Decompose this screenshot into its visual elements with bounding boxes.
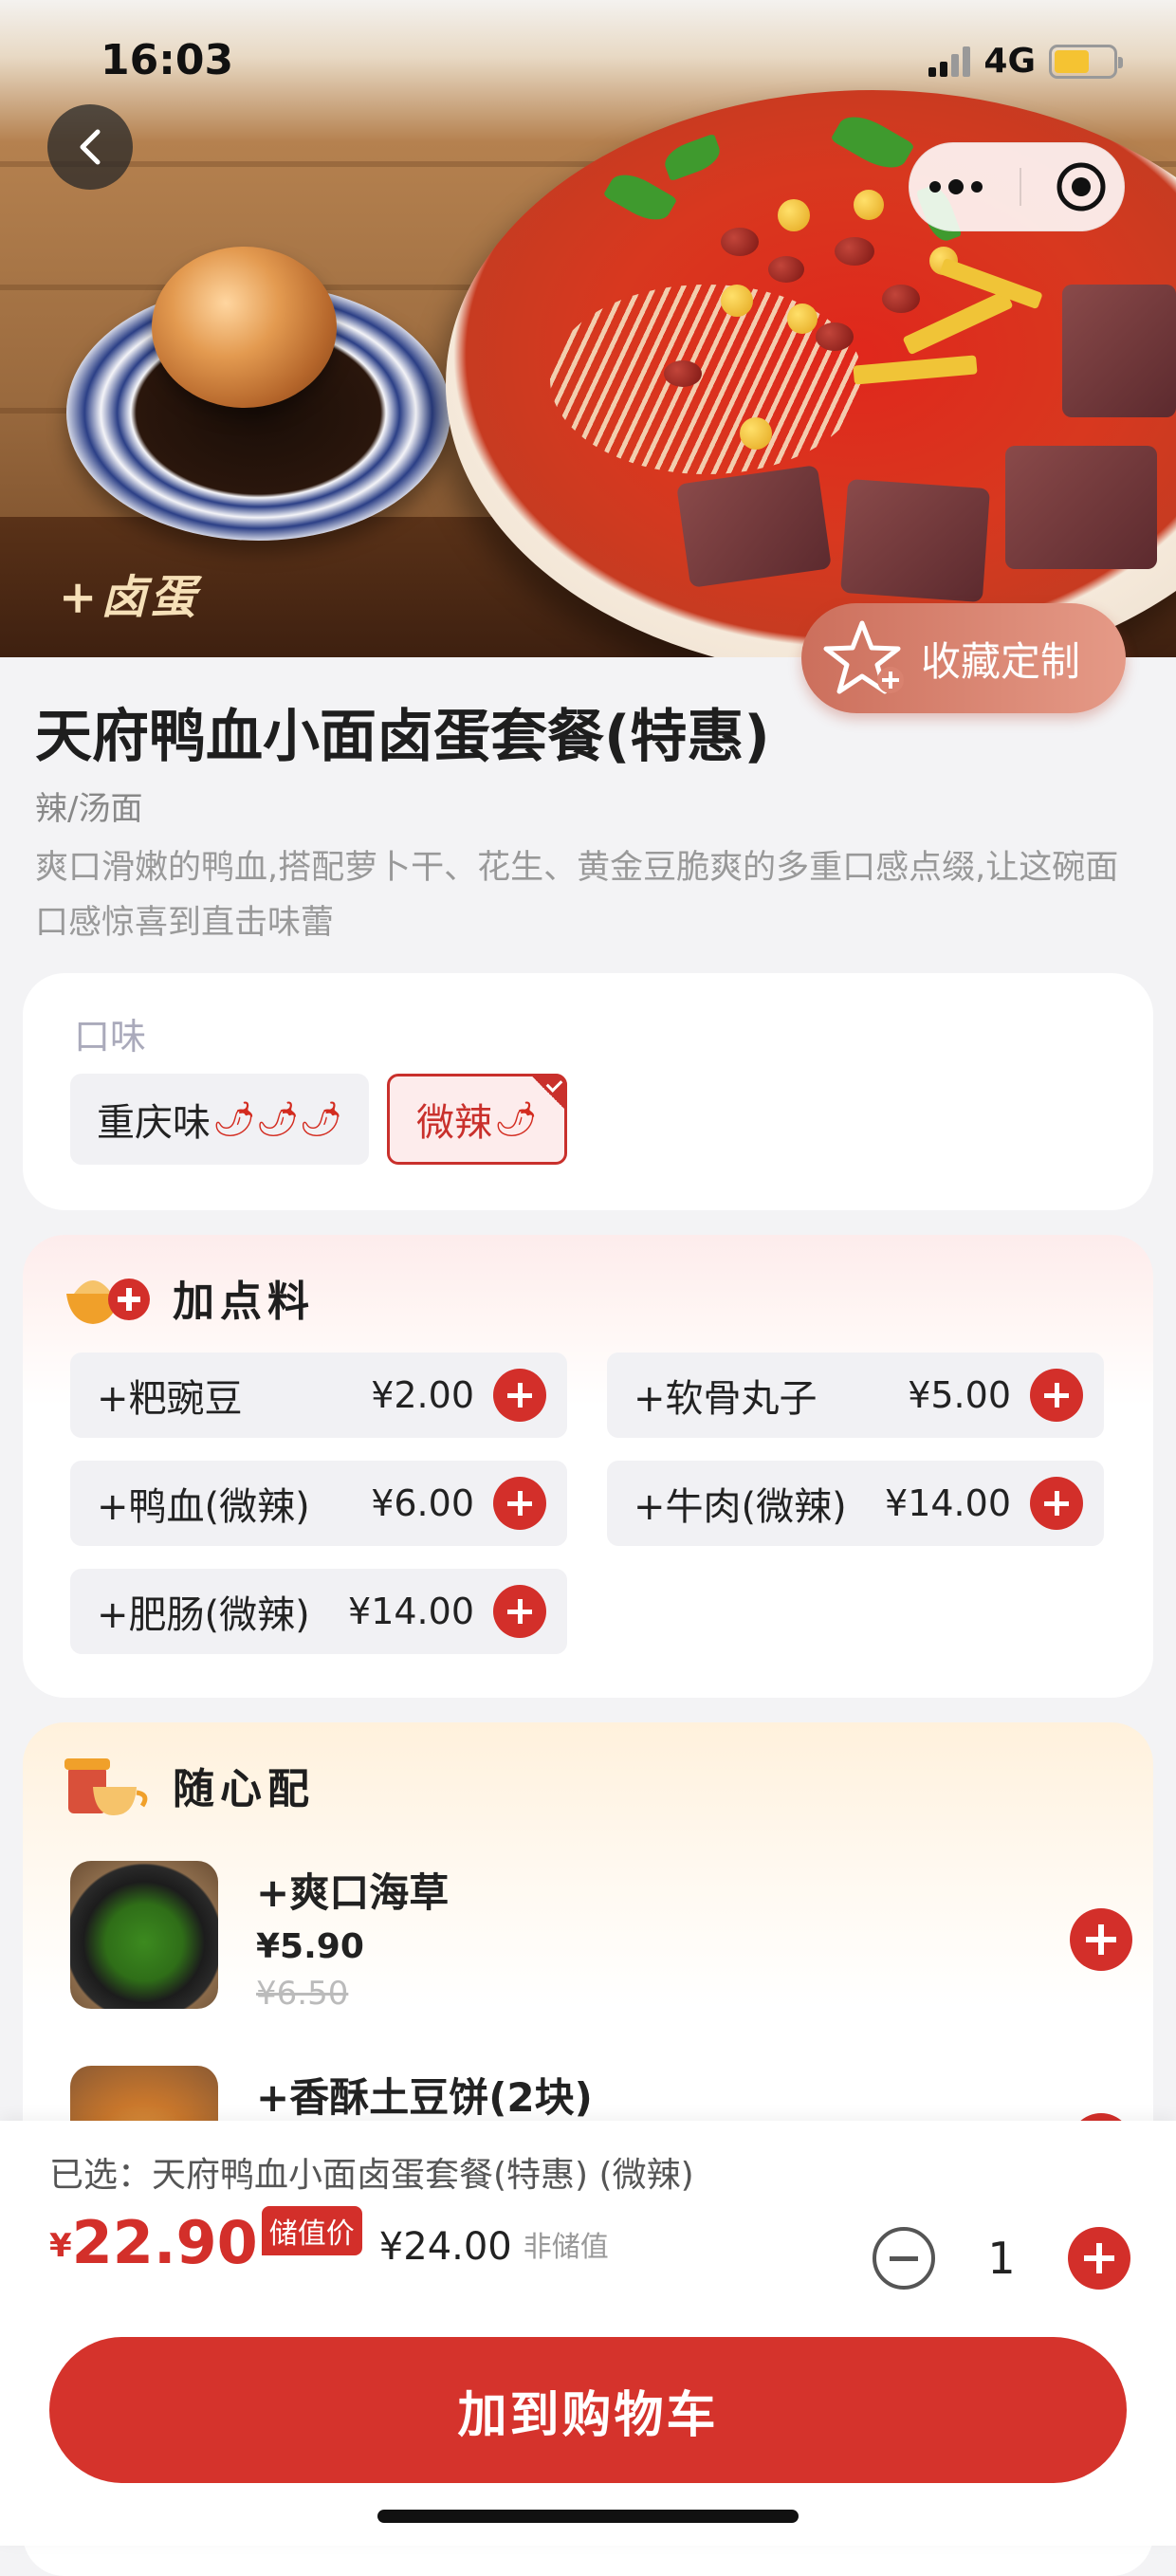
product-title: 天府鸭血小面卤蛋套餐(特惠) [35, 704, 770, 770]
target-icon[interactable] [1055, 160, 1108, 213]
combo-title: 随心配 [173, 1765, 315, 1813]
hero-caption: +卤蛋 [59, 571, 200, 624]
addon-price: ¥6.00 [371, 1482, 474, 1524]
currency-symbol: ¥ [49, 2227, 72, 2265]
signal-icon [928, 46, 971, 77]
product-description: 爽口滑嫩的鸭血,搭配萝卜干、花生、黄金豆脆爽的多重口感点缀,让这碗面口感惊喜到直… [35, 849, 1119, 942]
plus-icon[interactable] [1068, 2227, 1130, 2290]
addon-item[interactable]: +软骨丸子 ¥5.00 [607, 1352, 1104, 1438]
minus-icon[interactable] [873, 2227, 935, 2290]
seaweed-thumbnail [70, 1861, 218, 2009]
regular-price-label: 非储值 [523, 2231, 609, 2264]
stored-value-price: 22.90 [71, 2208, 258, 2277]
check-icon [528, 1074, 567, 1112]
home-indicator [377, 2510, 799, 2523]
addon-item[interactable]: +肥肠(微辣) ¥14.00 [70, 1569, 567, 1654]
addon-item[interactable]: +粑豌豆 ¥2.00 [70, 1352, 567, 1438]
battery-icon [1049, 44, 1123, 79]
combo-name: +香酥土豆饼(2块) [256, 2074, 593, 2121]
addon-name: +粑豌豆 [97, 1377, 243, 1421]
favorite-label: 收藏定制 [921, 637, 1081, 685]
addons-title: 加点料 [173, 1278, 315, 1326]
status-icons: 4G [928, 42, 1123, 81]
status-time: 16:03 [101, 36, 234, 84]
combo-name: +爽口海草 [256, 1869, 450, 1916]
back-button[interactable] [47, 104, 133, 190]
braised-egg [152, 247, 337, 408]
addon-price: ¥14.00 [885, 1482, 1011, 1524]
flavor-option-mild[interactable]: 微辣 🌶 [387, 1074, 567, 1165]
flavor-option-name: 重庆味 [97, 1101, 211, 1145]
addon-price: ¥14.00 [348, 1591, 474, 1632]
combo-item[interactable]: +爽口海草 ¥5.90 ¥6.50 [70, 1861, 1132, 2022]
back-icon [80, 129, 101, 165]
selected-summary: 已选：天府鸭血小面卤蛋套餐(特惠) (微辣) [49, 2156, 694, 2195]
stored-value-badge: 储值价 [261, 2206, 362, 2255]
flavor-option-name: 微辣 [416, 1101, 492, 1145]
addons-section: 加点料 +粑豌豆 ¥2.00 +软骨丸子 ¥5.00 +鸭血(微辣) ¥6.00… [23, 1235, 1153, 1698]
plus-icon[interactable] [1030, 1477, 1083, 1530]
addon-item[interactable]: +鸭血(微辣) ¥6.00 [70, 1461, 567, 1546]
chili-icon: 🌶🌶🌶 [212, 1100, 343, 1139]
drink-snack-icon [64, 1758, 148, 1815]
regular-price: ¥24.00 [378, 2225, 512, 2269]
mini-program-capsule [909, 142, 1125, 231]
addon-price: ¥5.00 [908, 1374, 1011, 1416]
plus-icon[interactable] [493, 1585, 546, 1638]
quantity-value: 1 [987, 2233, 1016, 2284]
addon-name: +牛肉(微辣) [634, 1485, 847, 1529]
plus-icon[interactable] [493, 1477, 546, 1530]
addons-header: 加点料 [61, 1260, 315, 1335]
flavor-option-chongqing[interactable]: 重庆味 🌶🌶🌶 [70, 1074, 370, 1165]
combo-original-price: ¥6.50 [256, 1975, 349, 2013]
favorite-customize-button[interactable]: 收藏定制 [801, 603, 1126, 713]
star-plus-icon [823, 620, 904, 694]
flavor-section: 口味 重庆味 🌶🌶🌶 微辣 🌶 [23, 973, 1153, 1210]
addon-name: +鸭血(微辣) [97, 1485, 310, 1529]
more-icon[interactable] [926, 177, 986, 196]
combo-price: ¥5.90 [256, 1927, 364, 1966]
plus-icon[interactable] [493, 1369, 546, 1422]
plus-icon[interactable] [1030, 1369, 1083, 1422]
addon-name: +软骨丸子 [634, 1377, 818, 1421]
addon-price: ¥2.00 [371, 1374, 474, 1416]
addon-name: +肥肠(微辣) [97, 1593, 310, 1637]
product-tags: 辣/汤面 [35, 790, 143, 828]
flavor-label: 口味 [74, 1016, 147, 1058]
bowl-plus-icon [66, 1279, 150, 1324]
checkout-bar: 已选：天府鸭血小面卤蛋套餐(特惠) (微辣) ¥ 22.90 储值价 ¥24.0… [0, 2121, 1176, 2546]
hero-image: +卤蛋 [0, 0, 1176, 657]
price-row: ¥ 22.90 储值价 ¥24.00 非储值 [49, 2206, 609, 2277]
addon-item[interactable]: +牛肉(微辣) ¥14.00 [607, 1461, 1104, 1546]
quantity-stepper: 1 [873, 2227, 1130, 2290]
plus-icon[interactable] [1070, 1908, 1132, 1971]
combo-header: 随心配 [61, 1747, 315, 1823]
network-type: 4G [983, 42, 1036, 81]
add-to-cart-button[interactable]: 加到购物车 [49, 2337, 1127, 2483]
